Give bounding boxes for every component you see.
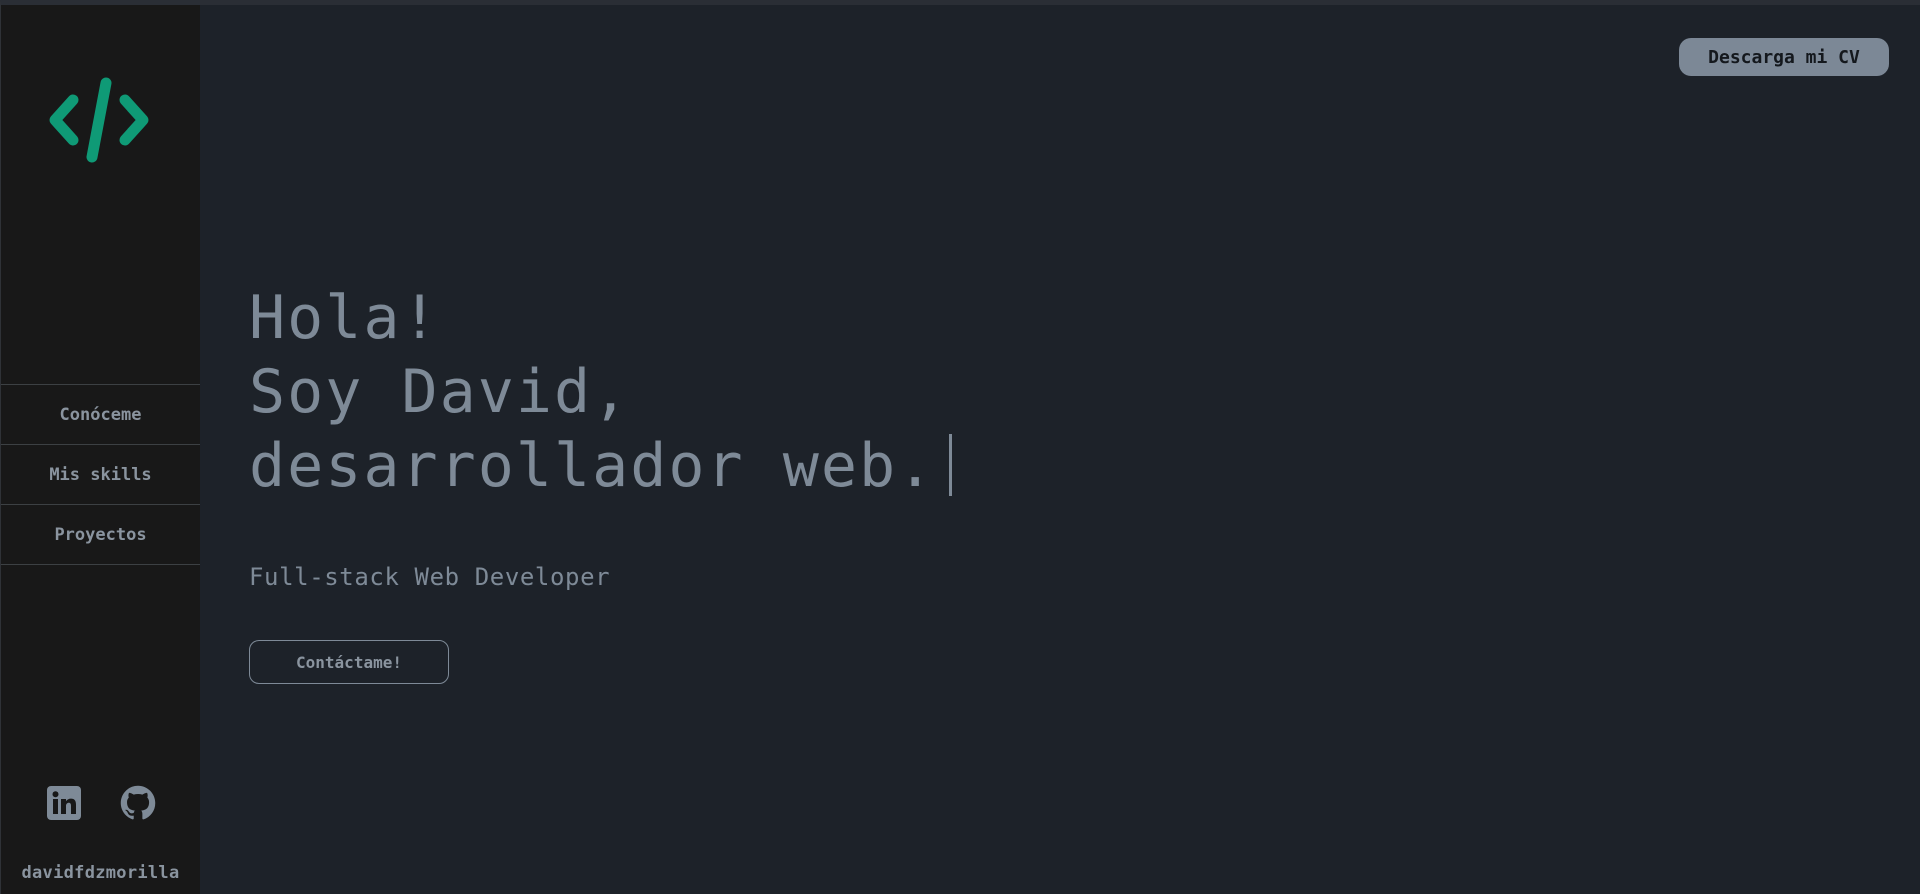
sidebar-nav: Conóceme Mis skills Proyectos [1,384,200,565]
download-cv-button[interactable]: Descarga mi CV [1679,38,1889,76]
hero-heading: Hola! Soy David, desarrollador web. [249,281,953,503]
contact-button[interactable]: Contáctame! [249,640,449,684]
nav-item-conoceme[interactable]: Conóceme [1,385,200,445]
github-icon[interactable] [120,785,156,821]
typing-cursor [949,434,953,496]
social-links [1,785,200,821]
hero-line-role: desarrollador web. [249,429,953,503]
nav-item-proyectos[interactable]: Proyectos [1,505,200,565]
username-handle: davidfdzmorilla [21,863,180,883]
hero-line-greeting: Hola! [249,283,440,353]
sidebar: Conóceme Mis skills Proyectos davidfdzmo… [1,5,200,894]
hero-line-name: Soy David, [249,357,631,427]
code-brackets-icon[interactable] [49,77,149,163]
linkedin-icon[interactable] [46,785,82,821]
hero-subtitle: Full-stack Web Developer [249,563,611,591]
page: Conóceme Mis skills Proyectos davidfdzmo… [0,0,1920,894]
nav-item-mis-skills[interactable]: Mis skills [1,445,200,505]
hero-role-text: desarrollador web. [249,431,936,501]
